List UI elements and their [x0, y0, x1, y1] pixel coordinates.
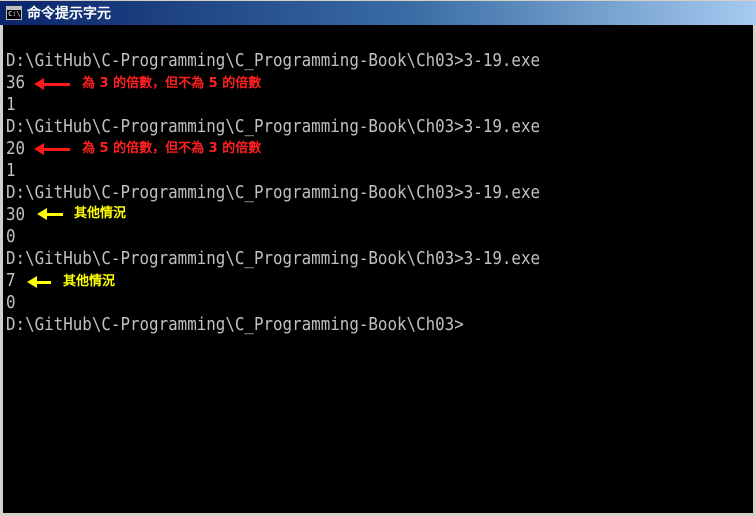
annotation-text: 為 3 的倍數，但不為 5 的倍數	[82, 76, 262, 91]
console-output[interactable]: D:\GitHub\C-Programming\C_Programming-Bo…	[6, 28, 751, 510]
annotation-multiple-of-3: 為 3 的倍數，但不為 5 的倍數	[34, 75, 261, 93]
console-line: D:\GitHub\C-Programming\C_Programming-Bo…	[6, 182, 541, 203]
window-title: 命令提示字元	[27, 6, 111, 22]
console-window-icon[interactable]: C:\	[6, 6, 22, 20]
console-line: D:\GitHub\C-Programming\C_Programming-Bo…	[6, 314, 464, 335]
console-line: D:\GitHub\C-Programming\C_Programming-Bo…	[6, 248, 541, 269]
console-line: 0	[6, 292, 16, 313]
left-arrow-icon	[27, 275, 51, 289]
annotation-other-case: 其他情況	[37, 205, 126, 223]
annotation-text: 其他情況	[63, 274, 116, 289]
console-line: D:\GitHub\C-Programming\C_Programming-Bo…	[6, 50, 541, 71]
title-bar[interactable]: C:\ 命令提示字元	[0, 0, 756, 25]
command-prompt-window: C:\ 命令提示字元 D:\GitHub\C-Programming\C_Pro…	[0, 0, 756, 516]
left-arrow-icon	[37, 207, 63, 221]
console-line: 1	[6, 94, 16, 115]
console-line: D:\GitHub\C-Programming\C_Programming-Bo…	[6, 116, 541, 137]
console-line: 7	[6, 270, 16, 291]
left-arrow-icon	[34, 77, 70, 91]
annotation-text: 其他情況	[74, 206, 127, 221]
console-line: 20	[6, 138, 26, 159]
annotation-text: 為 5 的倍數，但不為 3 的倍數	[82, 141, 262, 156]
annotation-other-case: 其他情況	[27, 273, 115, 291]
console-window-icon-glyph: C:\	[8, 10, 21, 18]
annotation-multiple-of-5: 為 5 的倍數，但不為 3 的倍數	[34, 140, 261, 158]
console-line: 30	[6, 204, 26, 225]
console-line: 36	[6, 72, 26, 93]
console-line: 0	[6, 226, 16, 247]
console-line: 1	[6, 160, 16, 181]
left-arrow-icon	[34, 142, 70, 156]
